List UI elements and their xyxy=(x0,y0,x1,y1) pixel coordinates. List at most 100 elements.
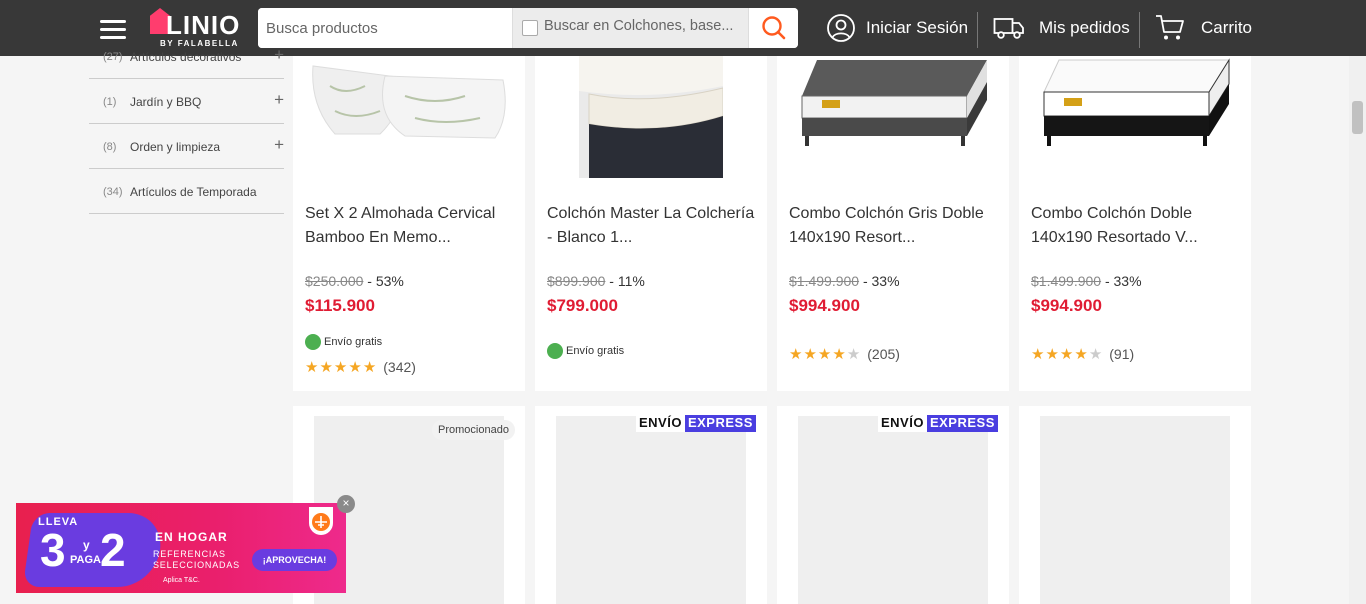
orders-link[interactable]: Mis pedidos xyxy=(993,12,1130,44)
old-price: $1.499.900 xyxy=(1031,273,1102,289)
category-checkbox[interactable] xyxy=(522,20,538,36)
product-image-mattress[interactable] xyxy=(579,56,723,178)
express-shipping-badge: ENVÍO EXPRESS xyxy=(636,415,756,432)
expand-plus-icon[interactable]: + xyxy=(274,90,284,110)
expand-plus-icon[interactable]: + xyxy=(274,45,284,65)
login-label: Iniciar Sesión xyxy=(866,18,969,37)
rating: ★ ★ ★ ★ ★ (342) xyxy=(305,358,416,376)
rating: ★ ★ ★ ★ ★ (205) xyxy=(789,345,900,363)
product-title[interactable]: Combo Colchón Gris Doble 140x190 Resort.… xyxy=(789,202,999,250)
login-link[interactable]: Iniciar Sesión xyxy=(826,12,968,44)
free-shipping-badge: Envío gratis xyxy=(305,333,382,351)
nav-divider xyxy=(977,12,978,48)
express-label-part1: ENVÍO xyxy=(878,415,927,432)
cart-label: Carrito xyxy=(1201,18,1253,37)
sidebar-item-temporada[interactable]: (34) Artículos de Temporada xyxy=(89,169,284,214)
product-card[interactable]: Combo Colchón Gris Doble 140x190 Resort.… xyxy=(777,56,1009,391)
product-image-bed-gray[interactable] xyxy=(797,56,989,178)
promo-banner[interactable]: LLEVA 3 y PAGA 2 EN HOGAR REFERENCIAS SE… xyxy=(16,503,346,593)
nav-divider xyxy=(1139,12,1140,48)
product-image-placeholder[interactable] xyxy=(556,416,746,604)
old-price: $250.000 xyxy=(305,273,364,289)
sidebar-item-label: Jardín y BBQ xyxy=(130,95,202,109)
old-price: $1.499.900 xyxy=(789,273,860,289)
sidebar-item-jardin[interactable]: (1) Jardín y BBQ + xyxy=(89,79,284,124)
express-label-part1: ENVÍO xyxy=(636,415,685,432)
old-price: $899.900 xyxy=(547,273,606,289)
express-label-part2: EXPRESS xyxy=(684,415,756,432)
banner-subtitle: REFERENCIAS SELECCIONADAS xyxy=(153,549,240,570)
discount: - 53% xyxy=(367,273,404,289)
user-icon xyxy=(827,14,855,42)
banner-number-3: 3 xyxy=(40,524,66,576)
banner-paga: PAGA xyxy=(70,554,101,566)
review-count: (342) xyxy=(383,359,416,375)
product-card[interactable]: Set X 2 Almohada Cervical Bamboo En Memo… xyxy=(293,56,525,391)
star-icon: ★ xyxy=(1074,346,1088,363)
expand-plus-icon[interactable]: + xyxy=(274,135,284,155)
free-shipping-badge: Envío gratis xyxy=(547,342,624,360)
scrollbar-thumb[interactable] xyxy=(1352,101,1363,134)
free-shipping-label: Envío gratis xyxy=(566,345,625,357)
price: $115.900 xyxy=(305,296,375,315)
price: $994.900 xyxy=(789,296,860,315)
sidebar-item-label: Orden y limpieza xyxy=(130,140,221,154)
product-image-placeholder[interactable] xyxy=(798,416,988,604)
price: $799.000 xyxy=(547,296,618,315)
cart-icon xyxy=(1156,15,1184,40)
sidebar-item-orden[interactable]: (8) Orden y limpieza + xyxy=(89,124,284,169)
star-icon: ★ xyxy=(348,359,362,376)
banner-cta-button[interactable]: ¡APROVECHA! xyxy=(252,549,337,571)
star-icon: ★ xyxy=(803,346,817,363)
product-card[interactable]: Combo Colchón Doble 140x190 Resortado V.… xyxy=(1019,56,1251,391)
banner-terms: Aplica T&C. xyxy=(163,577,200,584)
orders-label: Mis pedidos xyxy=(1039,18,1130,37)
product-image-placeholder[interactable] xyxy=(1040,416,1230,604)
truck-badge-icon xyxy=(305,334,321,350)
banner-y: y xyxy=(83,538,90,552)
express-shipping-badge: ENVÍO EXPRESS xyxy=(878,415,998,432)
old-price-row: $1.499.900 - 33% xyxy=(1031,273,1142,289)
search-bar: Buscar en Colchones, base... xyxy=(258,8,798,48)
star-icon: ★ xyxy=(1045,346,1059,363)
category-filter-label: Buscar en Colchones, base... xyxy=(544,18,734,34)
star-icon: ★ xyxy=(333,359,348,376)
search-category-filter[interactable]: Buscar en Colchones, base... xyxy=(512,8,748,48)
star-icon: ★ xyxy=(305,359,319,376)
star-icon: ★ xyxy=(832,346,846,363)
old-price-row: $250.000 - 53% xyxy=(305,273,404,289)
product-title[interactable]: Combo Colchón Doble 140x190 Resortado V.… xyxy=(1031,202,1241,250)
express-label-part2: EXPRESS xyxy=(926,415,998,432)
sidebar-item-label: Artículos decorativos xyxy=(130,50,242,64)
star-icon: ★ xyxy=(319,359,333,376)
banner-close-button[interactable]: × xyxy=(337,495,355,513)
star-icon: ★ xyxy=(362,359,377,376)
product-image-bed-white[interactable] xyxy=(1039,56,1231,178)
sidebar-item-count: (27) xyxy=(103,51,123,63)
product-title[interactable]: Colchón Master La Colchería - Blanco 1..… xyxy=(547,202,757,250)
rating: ★ ★ ★ ★ ★ (91) xyxy=(1031,345,1134,363)
sidebar-item-count: (34) xyxy=(103,186,123,198)
cart-link[interactable]: Carrito xyxy=(1155,12,1252,44)
banner-corner-badge xyxy=(309,507,333,535)
product-image-pillows[interactable] xyxy=(305,56,515,178)
free-shipping-label: Envío gratis xyxy=(324,336,383,348)
old-price-row: $1.499.900 - 33% xyxy=(789,273,900,289)
search-icon xyxy=(762,16,786,40)
review-count: (205) xyxy=(867,346,900,362)
plane-icon xyxy=(312,513,330,531)
search-input[interactable] xyxy=(258,8,512,48)
sponsored-badge: Promocionado xyxy=(432,420,515,440)
banner-number-2: 2 xyxy=(100,524,126,576)
product-card[interactable]: Colchón Master La Colchería - Blanco 1..… xyxy=(535,56,767,391)
banner-title: EN HOGAR xyxy=(155,530,228,544)
star-empty-icon: ★ xyxy=(1088,346,1103,363)
review-count: (91) xyxy=(1109,346,1135,362)
sidebar-item-decorativos[interactable]: (27) Artículos decorativos + xyxy=(89,34,284,79)
product-title[interactable]: Set X 2 Almohada Cervical Bamboo En Memo… xyxy=(305,202,515,250)
page-scrollbar[interactable] xyxy=(1349,56,1366,604)
sidebar-item-count: (8) xyxy=(103,141,117,153)
old-price-row: $899.900 - 11% xyxy=(547,273,645,289)
search-button[interactable] xyxy=(748,8,798,48)
price: $994.900 xyxy=(1031,296,1102,315)
